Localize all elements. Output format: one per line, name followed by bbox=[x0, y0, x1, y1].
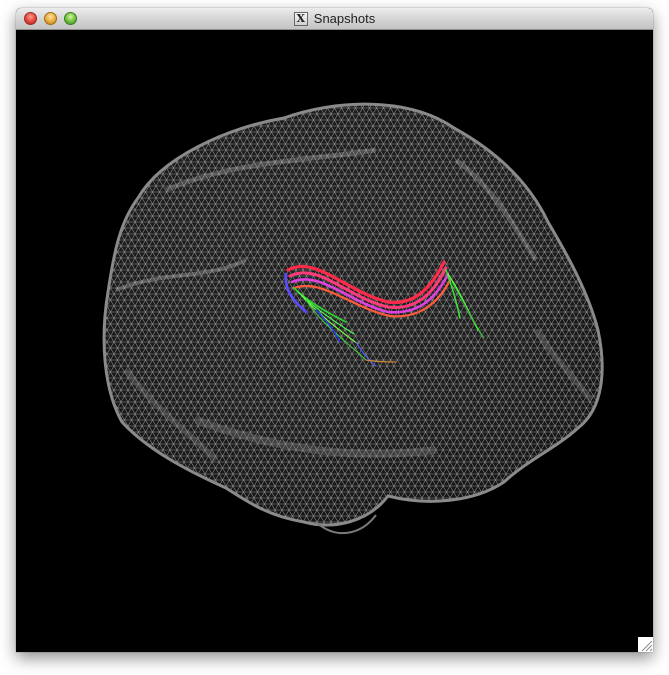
x11-icon: X bbox=[293, 12, 308, 26]
title-bar[interactable]: X Snapshots bbox=[16, 8, 653, 30]
resize-grip-icon bbox=[641, 640, 653, 652]
title-group: X Snapshots bbox=[16, 8, 653, 30]
render-viewport[interactable] bbox=[16, 30, 653, 652]
app-window: X Snapshots bbox=[16, 8, 653, 652]
brain-wireframe-mesh bbox=[102, 102, 604, 535]
window-title: Snapshots bbox=[313, 11, 376, 26]
scene-svg bbox=[102, 102, 604, 535]
resize-grip[interactable] bbox=[638, 637, 653, 652]
